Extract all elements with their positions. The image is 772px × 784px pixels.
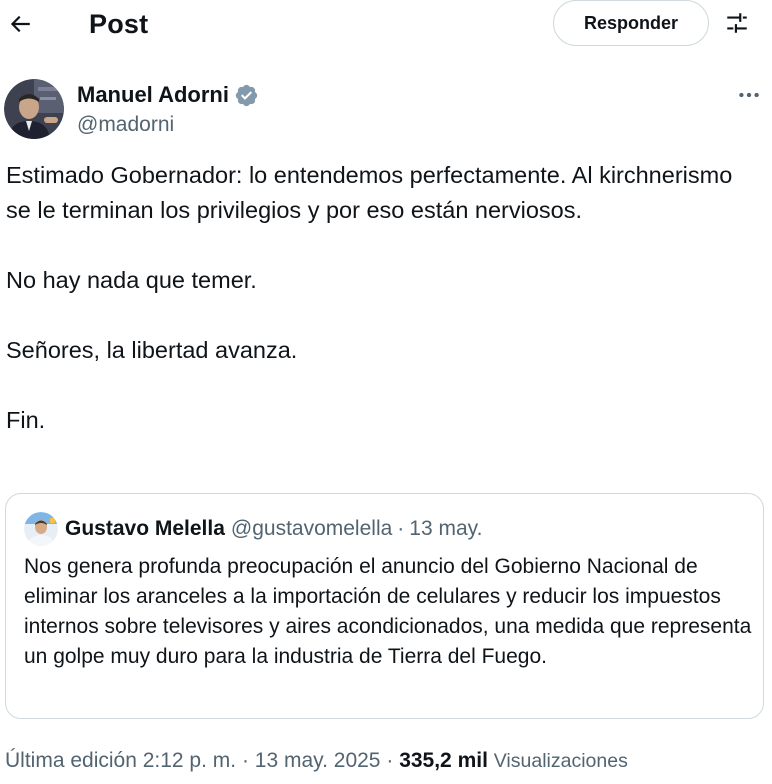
author-name[interactable]: Manuel Adorni [77,80,259,110]
tweet-paragraph: Fin. [6,407,46,433]
quoted-tweet-header: Gustavo Melella @gustavomelella · 13 may… [24,512,482,546]
views-label: Visualizaciones [493,750,628,772]
author-handle[interactable]: @madorni [77,110,174,140]
settings-button[interactable] [718,4,756,42]
quoted-author-handle: @gustavomelella [230,517,393,540]
more-options-button[interactable] [730,80,768,110]
quoted-tweet-date: 13 may. [409,517,483,540]
edited-timestamp[interactable]: Última edición 2:12 p. m. [5,749,236,772]
author-avatar[interactable] [4,79,64,139]
quoted-author-name: Gustavo Melella [65,517,225,540]
tweet-paragraph: Estimado Gobernador: lo entendemos perfe… [6,162,733,223]
tweet-text: Estimado Gobernador: lo entendemos perfe… [6,158,746,438]
dot-separator: · [397,517,405,540]
sliders-icon [724,10,750,36]
dot-separator: · [241,749,249,772]
quoted-author-avatar [24,512,58,546]
views-count: 335,2 mil [399,749,488,772]
tweet-date[interactable]: 13 may. 2025 [255,749,381,772]
quoted-tweet-text: Nos genera profunda preocupación el anun… [24,555,752,668]
tweet-paragraph: No hay nada que temer. [6,267,257,293]
tweet-meta: Última edición 2:12 p. m. · 13 may. 2025… [5,746,628,776]
arrow-left-icon [7,11,33,37]
reply-button[interactable]: Responder [553,0,709,46]
dot-separator: · [386,749,394,772]
quoted-tweet[interactable]: Gustavo Melella @gustavomelella · 13 may… [5,493,764,719]
tweet-paragraph: Señores, la libertad avanza. [6,337,298,363]
more-horizontal-icon [736,82,762,108]
page-title: Post [89,9,149,39]
verified-badge-icon [234,83,259,108]
back-button[interactable] [2,6,38,42]
top-bar: Post Responder [0,0,772,48]
author-name-text: Manuel Adorni [77,82,229,107]
